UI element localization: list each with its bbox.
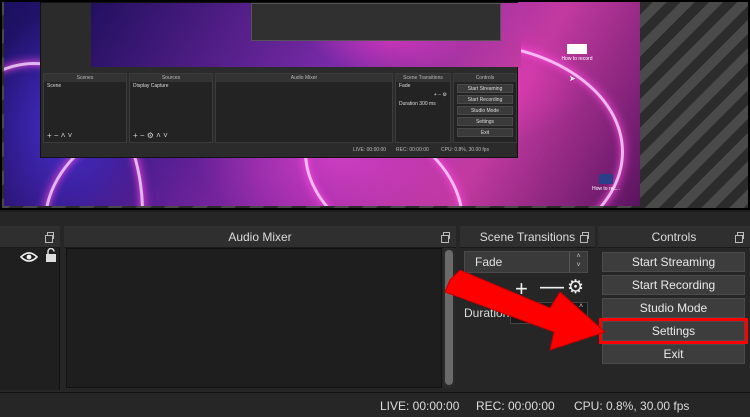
- scene-transitions-title-text: Scene Transitions: [479, 230, 576, 244]
- mini-mixer-panel: Audio Mixer: [215, 73, 393, 143]
- chevron-updown-icon[interactable]: ˄ ˅: [569, 252, 587, 272]
- sources-list[interactable]: [0, 248, 60, 390]
- mini-statusbar: LIVE: 00:00:00 REC: 00:00:00 CPU: 0.8%, …: [41, 143, 517, 157]
- studio-mode-button[interactable]: Studio Mode: [602, 298, 745, 318]
- mini-controls-panel: Controls Start Streaming Start Recording…: [453, 73, 517, 143]
- status-rec: REC: 00:00:00: [476, 399, 555, 413]
- corner-file-icon: How to rec...: [592, 174, 620, 192]
- controls-title-text: Controls: [651, 230, 697, 244]
- mini-btn-settings: Settings: [457, 117, 513, 126]
- sources-panel-title: [0, 226, 60, 248]
- controls-title: Controls: [598, 226, 750, 248]
- visibility-eye-icon[interactable]: [20, 252, 38, 262]
- mini-transition-value: Fade: [399, 83, 411, 89]
- undock-icon[interactable]: [735, 232, 744, 243]
- mini-btn-studio-mode: Studio Mode: [457, 106, 513, 115]
- undock-icon[interactable]: [45, 232, 54, 243]
- start-streaming-button[interactable]: Start Streaming: [602, 252, 745, 272]
- audio-mixer-area: [66, 248, 442, 388]
- undock-icon[interactable]: [580, 232, 589, 243]
- desktop-file-label: How to record: [561, 56, 593, 62]
- mini-scene-item: Scene: [47, 83, 62, 89]
- unlock-icon[interactable]: [45, 248, 57, 262]
- mini-sources-panel: Sources Display Capture + − ⚙ ˄ ˅: [129, 73, 213, 143]
- mini-duration: Duration 300 ms: [396, 100, 450, 109]
- audio-mixer-title-text: Audio Mixer: [228, 230, 292, 244]
- mini-scenes-panel: Scenes Scene + − ˄ ˅: [43, 73, 127, 143]
- mini-duration-label: Duration: [399, 101, 418, 107]
- mini-duration-value: 300 ms: [419, 101, 436, 107]
- status-bar: LIVE: 00:00:00 REC: 00:00:00 CPU: 0.8%, …: [0, 392, 750, 417]
- mini-btn-start-recording: Start Recording: [457, 95, 513, 104]
- desktop-file-icon: How to record: [559, 44, 595, 62]
- mini-status-live: LIVE: 00:00:00: [353, 147, 387, 153]
- status-cpu: CPU: 0.8%, 30.00 fps: [574, 399, 690, 413]
- settings-button[interactable]: Settings: [599, 318, 748, 344]
- mouse-cursor-icon: ➤: [569, 74, 576, 83]
- start-recording-button[interactable]: Start Recording: [602, 275, 745, 295]
- mini-scenes-title: Scenes: [44, 74, 126, 82]
- mini-mixer-title: Audio Mixer: [216, 74, 392, 82]
- scene-transitions-title: Scene Transitions: [460, 226, 595, 248]
- preview-area: Scenes Scene + − ˄ ˅ Sources Display Cap…: [0, 0, 750, 210]
- mini-btn-start-streaming: Start Streaming: [457, 84, 513, 93]
- thumbnail-icon: [599, 174, 614, 184]
- mini-transitions-title: Scene Transitions: [396, 74, 450, 82]
- mini-transitions-panel: Scene Transitions Fade + − ⚙ Duration 30…: [395, 73, 451, 143]
- mini-transition-tools: + − ⚙: [433, 92, 447, 98]
- corner-file-label: How to rec...: [592, 186, 621, 192]
- audio-mixer-title: Audio Mixer: [64, 226, 456, 248]
- file-icon: [567, 44, 587, 54]
- red-arrow-annotation: [444, 270, 606, 351]
- nested-obs-window: Scenes Scene + − ˄ ˅ Sources Display Cap…: [40, 2, 521, 158]
- mini-status-cpu: CPU: 0.8%, 30.00 fps: [441, 147, 490, 153]
- undock-icon[interactable]: [441, 232, 450, 243]
- mini-sources-title: Sources: [130, 74, 212, 82]
- nested-preview-shot: [251, 3, 501, 41]
- mini-source-tools: + − ⚙ ˄ ˅: [133, 131, 168, 140]
- mini-controls-title: Controls: [454, 74, 516, 82]
- nested-preview: [91, 3, 521, 67]
- mini-source-item: Display Capture: [133, 83, 169, 89]
- status-live: LIVE: 00:00:00: [380, 399, 460, 413]
- preview-canvas: Scenes Scene + − ˄ ˅ Sources Display Cap…: [4, 2, 640, 206]
- mini-btn-exit: Exit: [457, 128, 513, 137]
- transition-select-value: Fade: [475, 255, 503, 269]
- mini-scene-tools: + − ˄ ˅: [47, 131, 73, 140]
- exit-button[interactable]: Exit: [602, 344, 745, 364]
- mini-status-rec: REC: 00:00:00: [396, 147, 429, 153]
